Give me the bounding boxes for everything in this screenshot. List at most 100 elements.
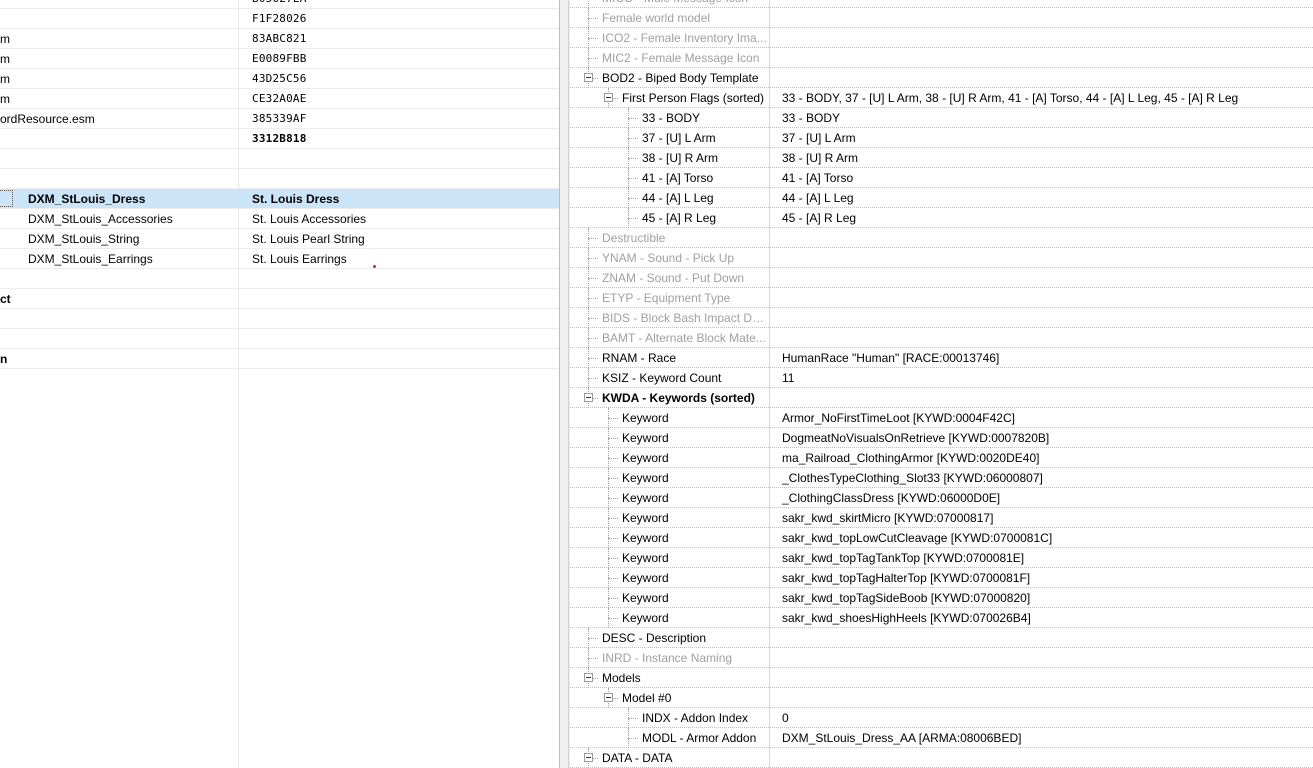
field-value[interactable]: _ClothingClassDress [KYWD:06000D0E] [782, 488, 1000, 507]
tree-row-etyp-equipment-type[interactable]: ETYP - Equipment Type [570, 288, 1313, 308]
tree-row-desc-description[interactable]: DESC - Description [570, 628, 1313, 648]
tree-row-bod2-biped-body-template[interactable]: BOD2 - Biped Body Template [570, 68, 1313, 88]
tree-line [608, 538, 618, 539]
field-value[interactable]: 33 - BODY, 37 - [U] L Arm, 38 - [U] R Ar… [782, 88, 1238, 107]
field-value[interactable]: 0 [782, 708, 789, 727]
field-value[interactable]: _ClothesTypeClothing_Slot33 [KYWD:060008… [782, 468, 1043, 487]
master-row[interactable]: m CE32A0AE [0, 89, 559, 109]
record-row[interactable]: DXM_StLouis_Accessories St. Louis Access… [0, 209, 559, 229]
tree-row-rnam-race[interactable]: RNAM - Race HumanRace "Human" [RACE:00013… [570, 348, 1313, 368]
tree-row-keyword[interactable]: Keyword _ClothesTypeClothing_Slot33 [KYWD… [570, 468, 1313, 488]
master-row[interactable]: B05027EA [0, 0, 559, 9]
master-row[interactable]: m 43D25C56 [0, 69, 559, 89]
tree-row-bamt-alternate-block-mate[interactable]: BAMT - Alternate Block Mate... [570, 328, 1313, 348]
field-value[interactable]: Armor_NoFirstTimeLoot [KYWD:0004F42C] [782, 408, 1015, 427]
tree-row-keyword[interactable]: Keyword sakr_kwd_topTagHalterTop [KYWD:07… [570, 568, 1313, 588]
tree-row-destructible[interactable]: Destructible [570, 228, 1313, 248]
tree-line [608, 418, 618, 419]
master-crc: 83ABC821 [252, 32, 307, 45]
group-row[interactable]: ct [0, 289, 559, 309]
tree-line [588, 338, 598, 339]
master-row[interactable]: m 83ABC821 [0, 29, 559, 49]
master-row[interactable]: ordResource.esm 385339AF [0, 109, 559, 129]
tree-line [588, 298, 598, 299]
tree-row-bids-block-bash-impact-dat[interactable]: BIDS - Block Bash Impact Dat... [570, 308, 1313, 328]
master-crc: 3312B818 [252, 132, 307, 145]
group-label: n [0, 352, 8, 366]
field-name: BIDS - Block Bash Impact Dat... [602, 311, 767, 325]
tree-row-indx-addon-index[interactable]: INDX - Addon Index 0 [570, 708, 1313, 728]
tree-row-41-a-torso[interactable]: 41 - [A] Torso 41 - [A] Torso [570, 168, 1313, 188]
tree-row-inrd-instance-naming[interactable]: INRD - Instance Naming [570, 648, 1313, 668]
tree-row-keyword[interactable]: Keyword Armor_NoFirstTimeLoot [KYWD:0004F… [570, 408, 1313, 428]
tree-row-keyword[interactable]: Keyword ma_Railroad_ClothingArmor [KYWD:0… [570, 448, 1313, 468]
tree-row-37-u-l-arm[interactable]: 37 - [U] L Arm 37 - [U] L Arm [570, 128, 1313, 148]
tree-row-first-person-flags-sorted[interactable]: First Person Flags (sorted) 33 - BODY, 37… [570, 88, 1313, 108]
master-row[interactable]: 3312B818 [0, 129, 559, 149]
tree-row-models[interactable]: Models [570, 668, 1313, 688]
collapse-toggle-icon[interactable] [604, 693, 613, 702]
field-value[interactable]: sakr_kwd_skirtMicro [KYWD:07000817] [782, 508, 993, 527]
field-value[interactable]: 45 - [A] R Leg [782, 208, 856, 227]
record-row-selected[interactable]: DXM_StLouis_Dress St. Louis Dress [0, 189, 559, 209]
tree-row-44-a-l-leg[interactable]: 44 - [A] L Leg 44 - [A] L Leg [570, 188, 1313, 208]
tree-row-kwda-keywords-sorted[interactable]: KWDA - Keywords (sorted) [570, 388, 1313, 408]
field-name: KSIZ - Keyword Count [602, 371, 722, 385]
tree-row-ksiz-keyword-count[interactable]: KSIZ - Keyword Count 11 [570, 368, 1313, 388]
field-value[interactable]: 33 - BODY [782, 108, 840, 127]
tree-row-keyword[interactable]: Keyword sakr_kwd_topTagSideBoob [KYWD:070… [570, 588, 1313, 608]
tree-line [608, 478, 618, 479]
tree-row-ico2-female-inventory-ima[interactable]: ICO2 - Female Inventory Ima... [570, 28, 1313, 48]
tree-row-znam-sound-put-down[interactable]: ZNAM - Sound - Put Down [570, 268, 1313, 288]
field-value[interactable]: ma_Railroad_ClothingArmor [KYWD:0020DE40… [782, 448, 1039, 467]
field-value[interactable]: sakr_kwd_topTagHalterTop [KYWD:0700081F] [782, 568, 1030, 587]
field-value[interactable]: 11 [782, 368, 794, 387]
field-name: 38 - [U] R Arm [642, 151, 719, 165]
collapse-toggle-icon[interactable] [604, 93, 613, 102]
tree-row-keyword[interactable]: Keyword _ClothingClassDress [KYWD:06000D0… [570, 488, 1313, 508]
field-name: Keyword [622, 571, 669, 585]
field-value[interactable]: sakr_kwd_topTagTankTop [KYWD:0700081E] [782, 548, 1024, 567]
record-row[interactable]: DXM_StLouis_Earrings St. Louis Earrings [0, 249, 559, 269]
tree-row-mico-male-message-icon[interactable]: MICO - Male Message Icon [570, 0, 1313, 8]
field-value[interactable]: DogmeatNoVisualsOnRetrieve [KYWD:0007820… [782, 428, 1049, 447]
tree-row-keyword[interactable]: Keyword sakr_kwd_shoesHighHeels [KYWD:070… [570, 608, 1313, 628]
collapse-toggle-icon[interactable] [584, 73, 593, 82]
collapse-toggle-icon[interactable] [584, 753, 593, 762]
pane-splitter[interactable] [559, 0, 570, 768]
field-value[interactable]: HumanRace "Human" [RACE:00013746] [782, 348, 999, 367]
tree-row-45-a-r-leg[interactable]: 45 - [A] R Leg 45 - [A] R Leg [570, 208, 1313, 228]
empty-row [0, 149, 559, 169]
tree-row-model-0[interactable]: Model #0 [570, 688, 1313, 708]
tree-row-keyword[interactable]: Keyword sakr_kwd_topTagTankTop [KYWD:0700… [570, 548, 1313, 568]
tree-row-keyword[interactable]: Keyword sakr_kwd_skirtMicro [KYWD:0700081… [570, 508, 1313, 528]
tree-row-keyword[interactable]: Keyword sakr_kwd_topLowCutCleavage [KYWD:… [570, 528, 1313, 548]
tree-row-33-body[interactable]: 33 - BODY 33 - BODY [570, 108, 1313, 128]
field-value[interactable]: 38 - [U] R Arm [782, 148, 858, 167]
tree-line [608, 518, 618, 519]
master-row[interactable]: m E0089FBB [0, 49, 559, 69]
field-value[interactable]: sakr_kwd_topTagSideBoob [KYWD:07000820] [782, 588, 1030, 607]
field-value[interactable]: 41 - [A] Torso [782, 168, 853, 187]
field-name: INRD - Instance Naming [602, 651, 733, 665]
record-row[interactable]: DXM_StLouis_String St. Louis Pearl Strin… [0, 229, 559, 249]
collapse-toggle-icon[interactable] [584, 673, 593, 682]
tree-row-data-data[interactable]: DATA - DATA [570, 748, 1313, 768]
field-value[interactable]: 44 - [A] L Leg [782, 188, 854, 207]
group-row[interactable]: n [0, 349, 559, 369]
tree-row-mic2-female-message-icon[interactable]: MIC2 - Female Message Icon [570, 48, 1313, 68]
field-value[interactable]: DXM_StLouis_Dress_AA [ARMA:08006BED] [782, 728, 1021, 747]
field-value[interactable]: 37 - [U] L Arm [782, 128, 856, 147]
master-row[interactable]: F1F28026 [0, 9, 559, 29]
field-name: MODL - Armor Addon [642, 731, 757, 745]
tree-row-modl-armor-addon[interactable]: MODL - Armor Addon DXM_StLouis_Dress_AA [… [570, 728, 1313, 748]
field-value[interactable]: sakr_kwd_shoesHighHeels [KYWD:070026B4] [782, 608, 1031, 627]
tree-row-female-world-model[interactable]: Female world model [570, 8, 1313, 28]
tree-row-ynam-sound-pick-up[interactable]: YNAM - Sound - Pick Up [570, 248, 1313, 268]
tree-row-38-u-r-arm[interactable]: 38 - [U] R Arm 38 - [U] R Arm [570, 148, 1313, 168]
collapse-toggle-icon[interactable] [584, 393, 593, 402]
field-value[interactable]: sakr_kwd_topLowCutCleavage [KYWD:0700081… [782, 528, 1052, 547]
tree-row-keyword[interactable]: Keyword DogmeatNoVisualsOnRetrieve [KYWD:… [570, 428, 1313, 448]
record-editor-id: DXM_StLouis_Accessories [28, 212, 173, 226]
record-editor-id: DXM_StLouis_Dress [28, 192, 146, 206]
